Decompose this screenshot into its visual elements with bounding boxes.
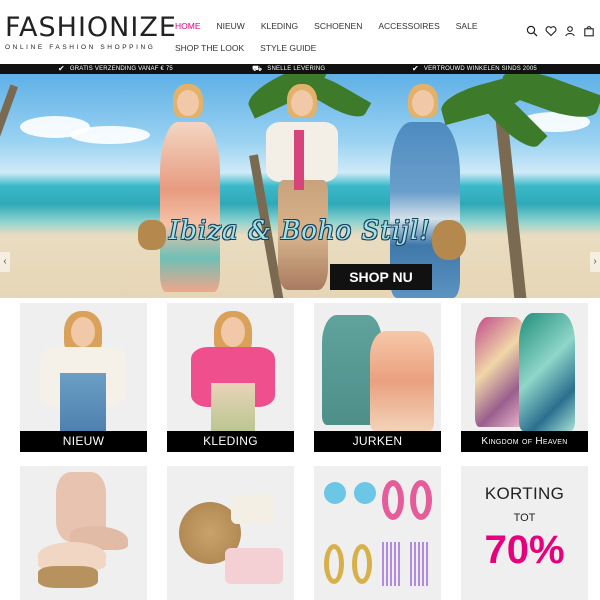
- category-tile-schoenen[interactable]: [20, 466, 147, 600]
- nav-item-schoenen[interactable]: SCHOENEN: [314, 21, 362, 31]
- earring-photo: [410, 542, 428, 586]
- earring-photo: [382, 542, 400, 586]
- category-label: JURKEN: [314, 431, 441, 452]
- check-icon: ✔: [412, 64, 419, 73]
- category-tile-kingdom-of-heaven[interactable]: Kingdom of Heaven: [461, 303, 588, 452]
- earring-photo: [352, 544, 372, 584]
- usp-item-free-shipping: ✔ GRATIS VERZENDING vanaf € 75: [58, 64, 173, 74]
- handbag-photo: [225, 548, 283, 584]
- model-dress: [211, 383, 255, 433]
- logo-text: FASHIONIZE: [5, 12, 177, 43]
- nav-item-nieuw[interactable]: NIEUW: [217, 21, 245, 31]
- category-tile-jurken[interactable]: JURKEN: [314, 303, 441, 452]
- check-icon: ✔: [58, 64, 65, 73]
- espadrille-photo: [38, 566, 98, 588]
- usp-text: SNELLE LEVERING: [267, 66, 326, 72]
- palm-tree: [0, 84, 19, 144]
- usp-text: VERTROUWD WINKELEN sinds 2005: [423, 66, 537, 72]
- earring-photo: [354, 482, 376, 504]
- site-header: FASHIONIZE ONLINE FASHION SHOPPING HOME …: [0, 0, 600, 64]
- usp-item-fast-delivery: ⛟ SNELLE LEVERING: [252, 64, 325, 74]
- model-photo: [138, 80, 230, 298]
- category-label: NIEUW: [20, 431, 147, 452]
- category-tile-nieuw[interactable]: NIEUW: [20, 303, 147, 452]
- promo-line1: KORTING: [484, 484, 565, 503]
- bag-icon[interactable]: [583, 25, 595, 37]
- usp-text: GRATIS VERZENDING vanaf € 75: [69, 66, 173, 72]
- handbag-photo: [231, 494, 273, 524]
- category-label: KLEDING: [167, 431, 294, 452]
- header-icons: [526, 25, 595, 37]
- chevron-left-icon: ‹: [3, 256, 7, 267]
- model-face: [221, 317, 245, 347]
- promo-line2: TOT: [513, 512, 536, 524]
- promo-percentage: 70%: [484, 528, 565, 572]
- nav-item-shop-the-look[interactable]: SHOP THE LOOK: [175, 43, 244, 53]
- earring-photo: [324, 482, 346, 504]
- dress-photo: [519, 313, 575, 431]
- hero-title: Ibiza & Boho Stijl!: [169, 216, 431, 246]
- model-dress: [60, 373, 106, 433]
- category-tile-sieraden[interactable]: [314, 466, 441, 600]
- earring-photo: [410, 480, 432, 520]
- nav-item-style-guide[interactable]: STYLE GUIDE: [260, 43, 316, 53]
- model-face: [71, 317, 95, 347]
- dress-photo: [370, 331, 434, 431]
- logo-tagline: ONLINE FASHION SHOPPING: [5, 44, 156, 51]
- category-tile-kleding[interactable]: KLEDING: [167, 303, 294, 452]
- nav-item-home[interactable]: HOME: [175, 21, 201, 31]
- category-label: Kingdom of Heaven: [461, 431, 588, 452]
- user-icon[interactable]: [564, 25, 576, 37]
- cloud: [70, 126, 150, 144]
- nav-item-sale[interactable]: SALE: [456, 21, 478, 31]
- nav-item-accessoires[interactable]: ACCESSOIRES: [378, 21, 439, 31]
- heart-icon[interactable]: [545, 25, 557, 37]
- truck-icon: ⛟: [252, 64, 263, 73]
- category-tile-tassen[interactable]: [167, 466, 294, 600]
- usp-bar: ✔ GRATIS VERZENDING vanaf € 75 ⛟ SNELLE …: [0, 64, 600, 74]
- chevron-right-icon: ›: [593, 256, 597, 267]
- shop-now-button[interactable]: SHOP NU: [330, 264, 432, 290]
- main-nav: HOME NIEUW KLEDING SCHOENEN ACCESSOIRES …: [175, 15, 485, 58]
- nav-item-kleding[interactable]: KLEDING: [261, 21, 298, 31]
- next-slide-button[interactable]: ›: [590, 252, 600, 272]
- earring-photo: [324, 544, 344, 584]
- usp-item-trusted: ✔ VERTROUWD WINKELEN sinds 2005: [412, 64, 537, 74]
- search-icon[interactable]: [526, 25, 538, 37]
- hero-banner[interactable]: ‹ › Ibiza & Boho Stijl! SHOP NU: [0, 74, 600, 298]
- prev-slide-button[interactable]: ‹: [0, 252, 10, 272]
- promo-tile[interactable]: KORTING TOT 70%: [461, 466, 588, 600]
- earring-photo: [382, 480, 404, 520]
- logo[interactable]: FASHIONIZE ONLINE FASHION SHOPPING: [5, 12, 177, 52]
